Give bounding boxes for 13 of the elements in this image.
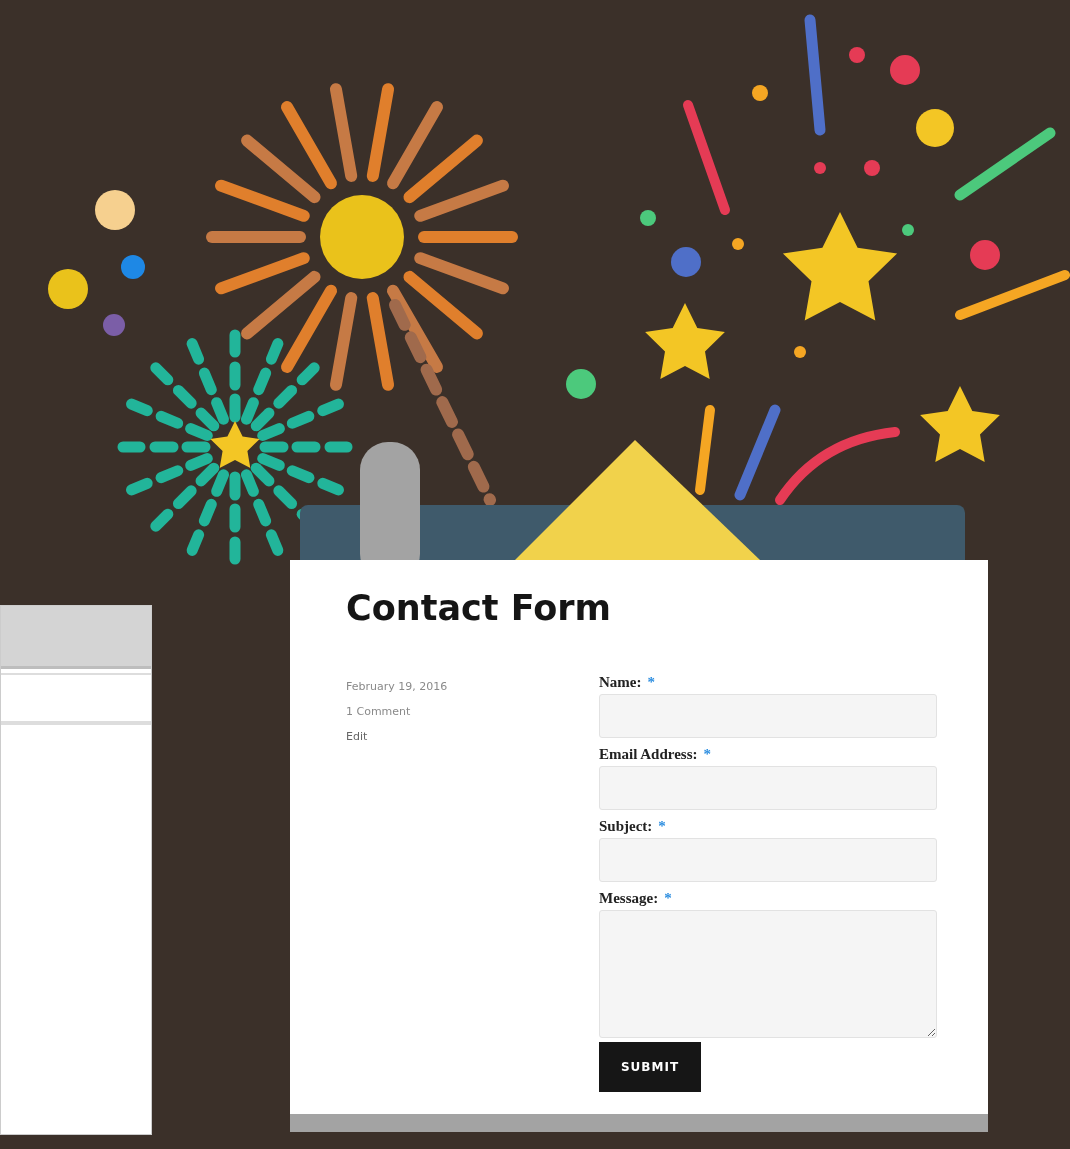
page-title: Contact Form [346,588,612,628]
message-field[interactable] [599,910,937,1038]
input-field[interactable] [599,766,937,810]
field-label: Message: * [599,889,672,908]
input-field[interactable] [599,694,937,738]
comments-link[interactable]: 1 Comment [346,705,411,718]
field-label: Name: * [599,673,655,692]
post-date: February 19, 2016 [346,680,448,693]
edit-link[interactable]: Edit [346,730,368,743]
submit-button[interactable]: SUBMIT [599,1042,701,1092]
input-field[interactable] [599,838,937,882]
field-label: Email Address: * [599,745,711,764]
field-label: Subject: * [599,817,666,836]
